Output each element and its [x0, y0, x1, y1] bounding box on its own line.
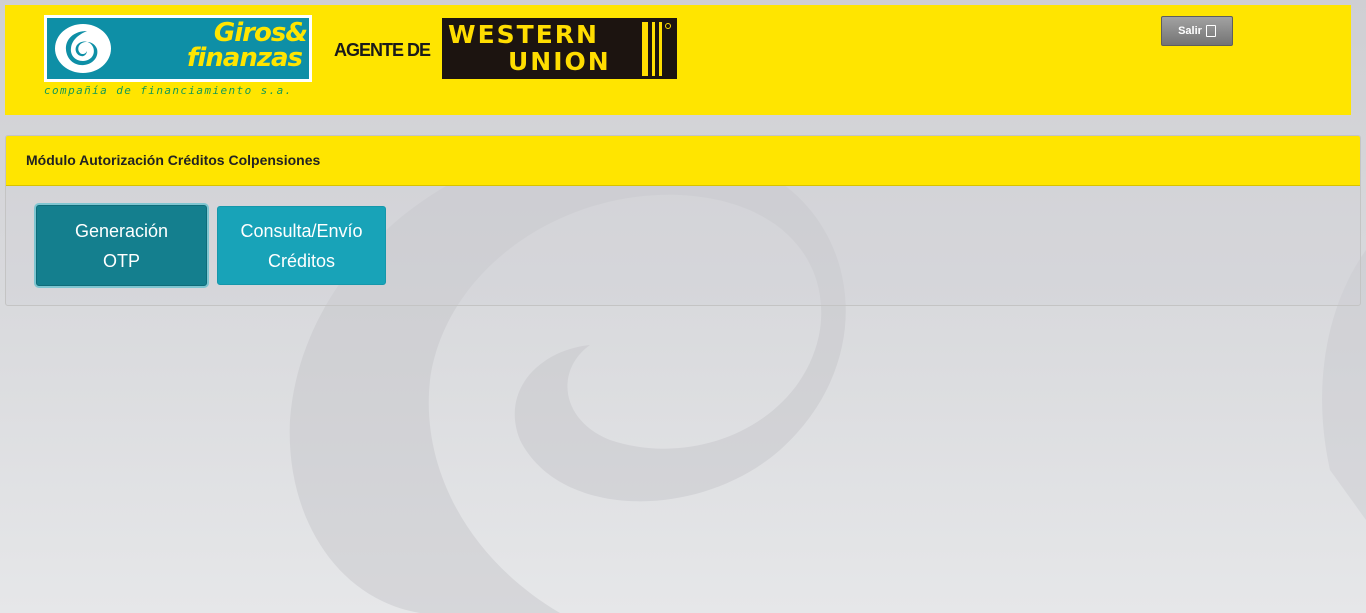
- western-union-line2: UNION: [508, 47, 611, 76]
- western-union-logo: WESTERN UNION: [442, 18, 677, 79]
- consult-send-credits-button[interactable]: Consulta/Envío Créditos: [217, 206, 386, 285]
- swirl-logo-icon: [55, 24, 111, 73]
- panel-title: Módulo Autorización Créditos Colpensione…: [26, 152, 321, 168]
- generate-otp-button[interactable]: Generación OTP: [36, 205, 207, 286]
- logo-tagline: compañía de financiamiento s.a.: [44, 84, 293, 97]
- western-union-bars-icon: [642, 22, 671, 76]
- module-panel: Módulo Autorización Créditos Colpensione…: [5, 135, 1361, 306]
- agent-label: AGENTE DE: [334, 40, 431, 60]
- logo-panel: Giros& finanzas: [47, 18, 309, 79]
- top-header: Giros& finanzas compañía de financiamien…: [5, 5, 1351, 115]
- consult-credits-label-line2: Créditos: [267, 250, 335, 271]
- consult-credits-label-line1: Consulta/Envío: [240, 220, 363, 241]
- logout-label: Salir: [1178, 25, 1202, 37]
- exit-icon: [1205, 25, 1216, 37]
- logo-text-line2: finanzas: [187, 43, 303, 73]
- giros-finanzas-logo: Giros& finanzas: [44, 15, 312, 82]
- generate-otp-label-line2: OTP: [102, 250, 140, 271]
- western-union-line1: WESTERN: [448, 20, 599, 49]
- logout-button[interactable]: Salir: [1161, 16, 1233, 46]
- panel-header: Módulo Autorización Créditos Colpensione…: [6, 136, 1360, 186]
- generate-otp-label-line1: Generación: [74, 220, 169, 241]
